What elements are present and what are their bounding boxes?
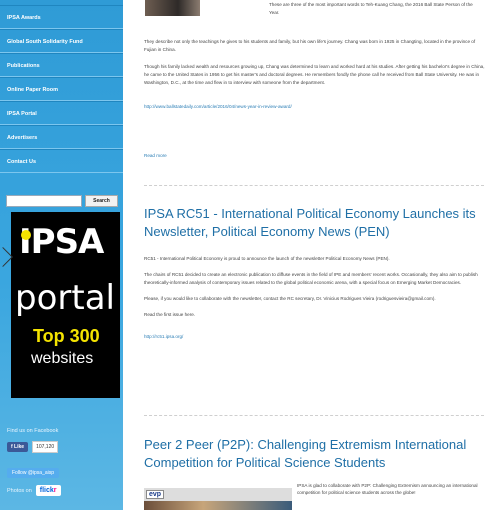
thumbnail-image [144, 501, 292, 510]
article-paragraph: The chairs of RC51 decided to create an … [144, 272, 478, 285]
article-2-link[interactable]: http://rc51.ipsa.org/ [144, 334, 183, 339]
twitter-follow-button[interactable]: Follow @ipsa_aisp [7, 468, 60, 478]
article-2-title[interactable]: IPSA RC51 - International Political Econ… [144, 205, 486, 241]
article-3: Peer 2 Peer (P2P): Challenging Extremism… [144, 436, 486, 472]
logo-dot-icon [21, 230, 31, 240]
sidebar-item-ipsa-awards[interactable]: IPSA Awards [0, 5, 123, 29]
article-2: IPSA RC51 - International Political Econ… [144, 205, 486, 343]
article-3-snippet: IPSA is glad to collaborate with P2P: Ch… [297, 483, 478, 495]
sidebar: IPSA Awards Global South Solidarity Fund… [0, 0, 123, 510]
portal-word: portal [15, 278, 115, 318]
article-thumbnail[interactable] [145, 0, 200, 16]
sidebar-item-ipsa-portal[interactable]: IPSA Portal [0, 101, 123, 125]
article-paragraph: They describe not only the teachings he … [144, 39, 476, 52]
facebook-like-count: 107,120 [32, 441, 59, 453]
sidebar-item-publications[interactable]: Publications [0, 53, 123, 77]
facebook-label[interactable]: Find us on Facebook [7, 428, 119, 434]
flickr-label: Photos on [7, 487, 32, 494]
main-content: These are three of the most important wo… [137, 0, 488, 510]
flickr-row: Photos on flickr [7, 485, 119, 496]
search-bar: Search [6, 195, 118, 207]
ipsa-portal-banner[interactable]: IPSA portal Top 300 websites [11, 212, 120, 398]
ipsa-logo: IPSA [19, 222, 104, 262]
evp-logo: evp [146, 490, 165, 499]
sidebar-item-contact-us[interactable]: Contact Us [0, 149, 123, 173]
sidebar-item-global-south-fund[interactable]: Global South Solidarity Fund [0, 29, 123, 53]
article-caption: These are three of the most important wo… [269, 2, 473, 15]
article-paragraph: Please, if you would like to collaborate… [144, 296, 436, 301]
article-paragraph: Though his family lacked wealth and reso… [144, 64, 485, 85]
social-links: Find us on Facebook f Like 107,120 Follo… [7, 428, 119, 496]
read-more-link[interactable]: Read more [144, 153, 486, 158]
article-1-body: They describe not only the teachings he … [144, 38, 486, 113]
read-first-issue[interactable]: Read the first issue here. [144, 311, 486, 319]
search-input[interactable] [6, 195, 82, 207]
portal-websites-text: websites [31, 350, 94, 367]
search-button[interactable]: Search [85, 195, 118, 207]
facebook-like-widget: f Like 107,120 [7, 441, 119, 453]
p2p-thumbnail[interactable]: evp [144, 488, 292, 510]
sidebar-item-advertisers[interactable]: Advertisers [0, 125, 123, 149]
article-3-title[interactable]: Peer 2 Peer (P2P): Challenging Extremism… [144, 436, 486, 472]
article-1-link[interactable]: http://www.ballstatedaily.com/article/20… [144, 104, 292, 109]
divider [144, 185, 484, 186]
flickr-logo[interactable]: flickr [35, 485, 61, 496]
sidebar-nav: IPSA Awards Global South Solidarity Fund… [0, 5, 123, 173]
facebook-like-button[interactable]: f Like [7, 442, 29, 452]
article-paragraph: RC51 - International Political Economy i… [144, 256, 390, 261]
divider [144, 415, 484, 416]
portal-top-text: Top 300 [33, 326, 100, 346]
sidebar-item-online-paper-room[interactable]: Online Paper Room [0, 77, 123, 101]
